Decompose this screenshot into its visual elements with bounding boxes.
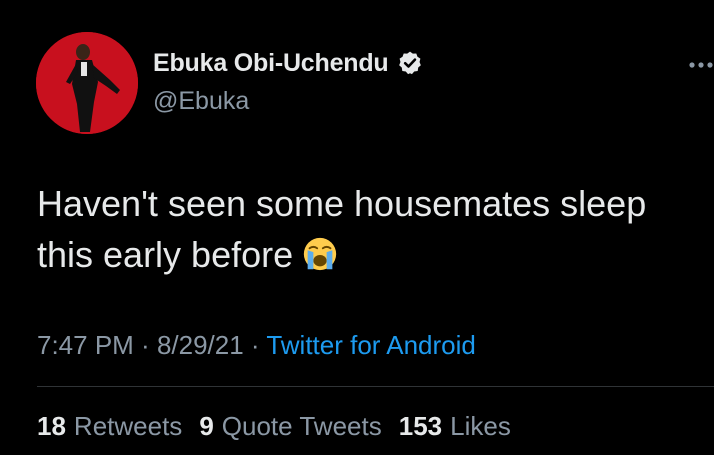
tweet-date[interactable]: 8/29/21 (157, 330, 244, 360)
meta-separator: · (133, 330, 157, 360)
avatar-photo (36, 32, 138, 134)
quote-tweets-stat[interactable]: 9 Quote Tweets (199, 410, 381, 442)
author-avatar[interactable] (36, 32, 138, 134)
author-name-row: Ebuka Obi-Uchendu (153, 48, 423, 78)
engagement-stats: 18 Retweets 9 Quote Tweets 153 Likes (37, 410, 511, 442)
tweet-meta: 7:47 PM · 8/29/21 · Twitter for Android (37, 329, 476, 361)
loudly-crying-face-emoji-icon (303, 237, 337, 271)
verified-badge-icon (398, 51, 421, 75)
quote-tweets-count: 9 (199, 411, 214, 441)
tweet-time[interactable]: 7:47 PM (37, 330, 134, 360)
author-handle[interactable]: @Ebuka (153, 86, 249, 116)
more-options-icon[interactable] (688, 61, 714, 69)
author-display-name[interactable]: Ebuka Obi-Uchendu (153, 48, 389, 78)
retweets-stat[interactable]: 18 Retweets (37, 410, 182, 442)
tweet-card: Ebuka Obi-Uchendu @Ebuka Haven't seen so… (0, 0, 714, 455)
likes-label: Likes (450, 411, 511, 441)
tweet-body: Haven't seen some housemates sleep this … (37, 178, 714, 280)
meta-separator: · (243, 330, 267, 360)
tweet-source-link[interactable]: Twitter for Android (266, 330, 476, 360)
likes-stat[interactable]: 153 Likes (399, 410, 511, 442)
divider (37, 386, 714, 387)
retweets-count: 18 (37, 411, 66, 441)
quote-tweets-label: Quote Tweets (221, 411, 382, 441)
tweet-text-line-1: Haven't seen some housemates sleep (37, 183, 647, 224)
likes-count: 153 (398, 411, 443, 441)
tweet-text-line-2-text: this early before (37, 234, 294, 275)
tweet-text-line-2: this early before (37, 229, 714, 280)
retweets-label: Retweets (73, 411, 183, 441)
